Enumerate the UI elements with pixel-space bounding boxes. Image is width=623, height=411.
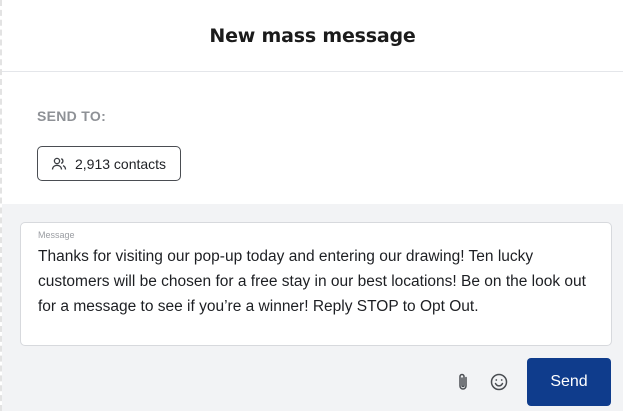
recipients-chip[interactable]: 2,913 contacts — [37, 146, 181, 181]
send-to-label: SEND TO: — [37, 108, 107, 124]
mass-message-dialog: New mass message SEND TO: 2,913 contacts… — [0, 0, 623, 411]
compose-actions: Send — [451, 358, 611, 406]
send-button[interactable]: Send — [527, 358, 611, 406]
dialog-header: New mass message — [2, 0, 623, 72]
message-textarea[interactable]: Thanks for visiting our pop-up today and… — [38, 244, 597, 319]
send-to-section: SEND TO: 2,913 contacts — [2, 72, 623, 204]
message-field-label: Message — [38, 230, 75, 240]
recipients-count-label: 2,913 contacts — [75, 155, 167, 172]
dialog-title: New mass message — [209, 24, 416, 47]
message-field[interactable]: Message Thanks for visiting our pop-up t… — [20, 222, 612, 346]
smiley-icon[interactable] — [487, 370, 511, 394]
users-icon — [51, 156, 67, 172]
paperclip-icon[interactable] — [451, 370, 475, 394]
compose-area: Message Thanks for visiting our pop-up t… — [2, 204, 623, 411]
